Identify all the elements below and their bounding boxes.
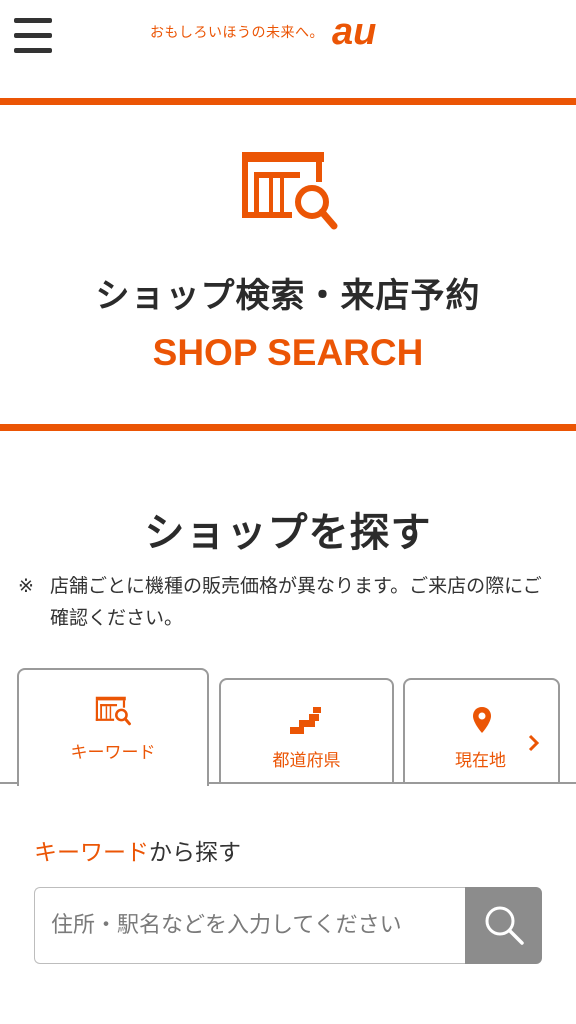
tab-keyword[interactable]: キーワード [17, 668, 209, 786]
search-box [34, 887, 542, 964]
page-subtitle: SHOP SEARCH [152, 332, 424, 373]
hero-divider [0, 424, 576, 431]
note-text: 店舗ごとに機種の販売価格が異なります。ご来店の際にご確認ください。 [50, 575, 542, 629]
page-title: ショップ検索・来店予約 [95, 276, 481, 316]
shop-search-icon [95, 696, 131, 726]
au-logo-icon: au [332, 15, 376, 49]
keyword-search-heading: キーワードから探す [34, 833, 241, 867]
hamburger-menu-icon[interactable] [14, 16, 54, 54]
search-input[interactable] [34, 887, 467, 964]
top-divider [0, 98, 576, 105]
shop-search-icon [242, 152, 338, 230]
japan-map-icon [289, 707, 321, 734]
hero-banner: ショップ検索・来店予約 SHOP SEARCH [0, 106, 576, 424]
tab-prefecture[interactable]: 都道府県 [219, 678, 394, 782]
tab-current-location[interactable]: 現在地 [403, 678, 560, 782]
search-button[interactable] [465, 887, 542, 964]
header: おもしろいほうの未来へ。 au [0, 0, 576, 98]
brand-tagline: おもしろいほうの未来へ。 [150, 25, 324, 41]
tab-keyword-label: キーワード [70, 743, 156, 763]
brand-logo[interactable]: おもしろいほうの未来へ。 au [150, 12, 412, 52]
chevron-right-icon [528, 734, 540, 752]
keyword-search-heading-rest: から探す [149, 840, 241, 866]
tab-prefecture-label: 都道府県 [272, 751, 341, 771]
location-pin-icon [472, 707, 491, 733]
search-icon [485, 906, 524, 945]
keyword-search-heading-accent: キーワード [34, 840, 149, 866]
section-title: ショップを探す [144, 510, 432, 556]
tab-current-location-label: 現在地 [455, 751, 506, 771]
svg-text:au: au [332, 15, 376, 49]
price-note: ※ 店舗ごとに機種の販売価格が異なります。ご来店の際にご確認ください。 [18, 570, 558, 634]
note-mark: ※ [18, 575, 34, 597]
